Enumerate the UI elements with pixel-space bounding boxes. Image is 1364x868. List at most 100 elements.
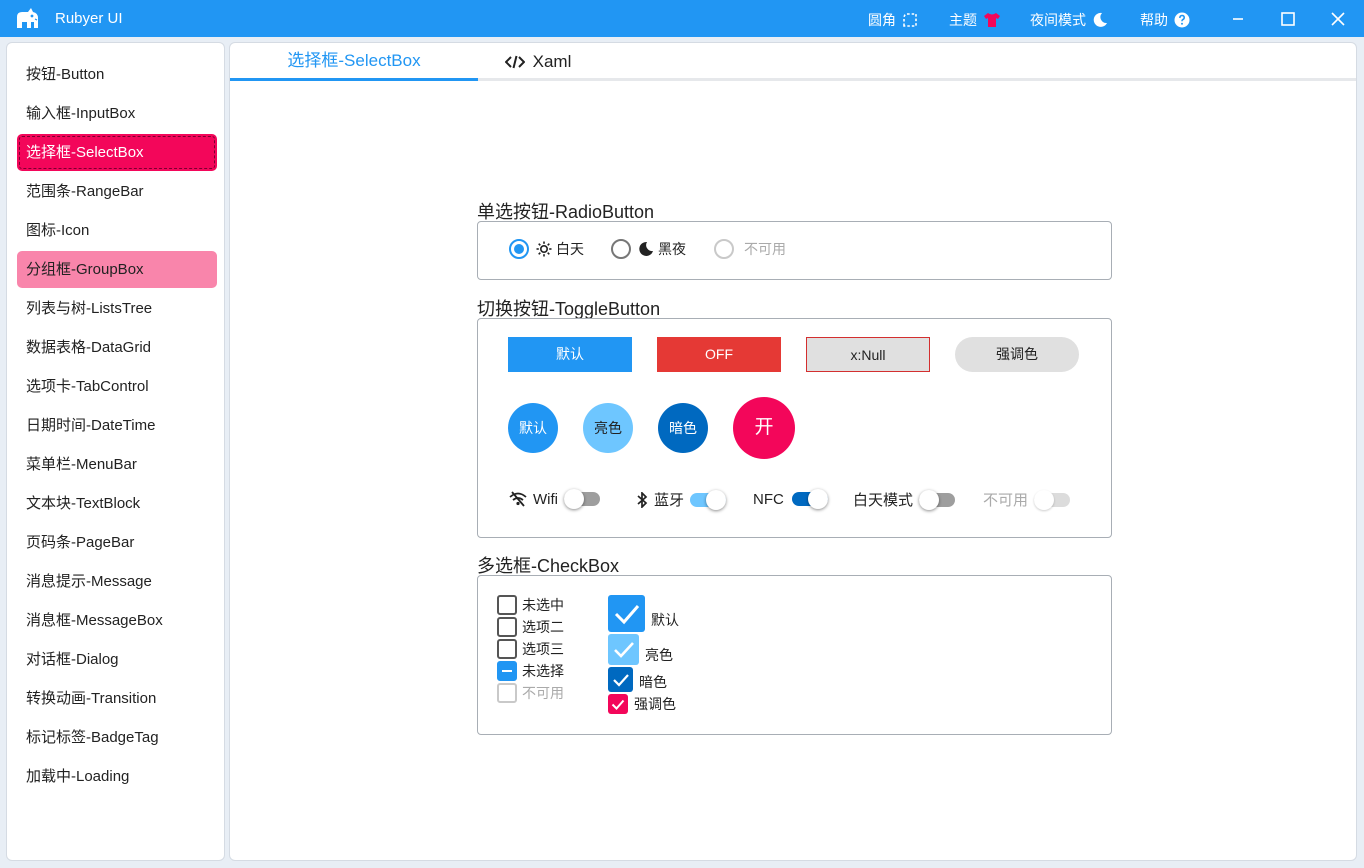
sidebar-item-textblock[interactable]: 文本块-TextBlock	[17, 485, 217, 522]
wifi-off-icon	[509, 491, 527, 507]
sidebar-nav: 按钮-Button 输入框-InputBox 选择框-SelectBox 范围条…	[6, 42, 225, 861]
moon-icon	[638, 241, 654, 257]
checkbox-accent[interactable]: 强调色	[608, 694, 676, 714]
moon-icon	[1092, 12, 1108, 28]
sidebar-item-rangebar[interactable]: 范围条-RangeBar	[17, 173, 217, 210]
checkbox-default[interactable]: 默认	[608, 595, 679, 632]
switch-bluetooth[interactable]: 蓝牙	[636, 489, 726, 510]
tab-bar: 选择框-SelectBox Xaml	[230, 43, 1357, 81]
shirt-icon	[983, 12, 1001, 28]
sidebar-item-messagebox[interactable]: 消息框-MessageBox	[17, 602, 217, 639]
switch-wifi-toggle[interactable]	[564, 489, 600, 509]
check-icon	[613, 603, 641, 625]
checkbox-indeterminate[interactable]: 未选择	[497, 661, 564, 681]
sidebar-item-icon[interactable]: 图标-Icon	[17, 212, 217, 249]
toggle-circle-dark[interactable]: 暗色	[658, 403, 708, 453]
tab-xaml[interactable]: Xaml	[478, 43, 598, 81]
switch-daymode-toggle[interactable]	[919, 490, 955, 510]
radio-day[interactable]: 白天	[509, 239, 584, 259]
checkbox-disabled-label: 不可用	[522, 683, 564, 703]
night-mode-toggle[interactable]: 夜间模式	[1030, 10, 1108, 30]
sidebar-item-pagebar[interactable]: 页码条-PageBar	[17, 524, 217, 561]
code-icon	[505, 54, 525, 70]
checkbox-accent-label: 强调色	[634, 694, 676, 714]
switch-wifi[interactable]: Wifi	[509, 489, 600, 509]
toggle-null-button[interactable]: x:Null	[806, 337, 930, 372]
checkbox-light[interactable]: 亮色	[608, 634, 673, 665]
checkbox-default-label: 默认	[651, 610, 679, 630]
switch-daymode[interactable]: 白天模式	[853, 489, 955, 510]
checkbox-option3-box[interactable]	[497, 639, 517, 659]
main-panel: 选择框-SelectBox Xaml 单选按钮-RadioButton	[229, 42, 1357, 861]
switch-disabled-toggle	[1034, 490, 1070, 510]
check-icon	[611, 699, 625, 710]
sidebar-item-badgetag[interactable]: 标记标签-BadgeTag	[17, 719, 217, 756]
app-logo-icon	[14, 6, 40, 30]
checkbox-unchecked-box[interactable]	[497, 595, 517, 615]
checkbox-disabled: 不可用	[497, 683, 564, 703]
checkbox-group-box: 未选中 选项二 选项三 未选择 不可用 默认 亮色	[477, 575, 1112, 735]
tab-selectbox[interactable]: 选择框-SelectBox	[230, 43, 478, 81]
sidebar-item-menubar[interactable]: 菜单栏-MenuBar	[17, 446, 217, 483]
switch-wifi-label: Wifi	[533, 491, 558, 508]
checkbox-option3-label: 选项三	[522, 639, 564, 659]
minimize-button[interactable]	[1227, 8, 1249, 30]
checkbox-accent-box[interactable]	[608, 694, 628, 714]
help-menu[interactable]: 帮助	[1140, 10, 1190, 30]
sidebar-item-transition[interactable]: 转换动画-Transition	[17, 680, 217, 717]
switch-nfc[interactable]: NFC	[753, 489, 828, 509]
radio-group-box: 白天 黑夜 不可用	[477, 221, 1112, 280]
checkbox-option3[interactable]: 选项三	[497, 639, 564, 659]
sidebar-item-datetime[interactable]: 日期时间-DateTime	[17, 407, 217, 444]
checkbox-option2[interactable]: 选项二	[497, 617, 564, 637]
toggle-accent-button[interactable]: 强调色	[955, 337, 1079, 372]
corner-toggle[interactable]: 圆角	[868, 10, 918, 30]
toggle-circle-light[interactable]: 亮色	[583, 403, 633, 453]
bluetooth-icon	[636, 492, 648, 508]
toggle-default-button[interactable]: 默认	[508, 337, 632, 372]
close-button[interactable]	[1327, 8, 1349, 30]
radio-disabled-indicator	[714, 239, 734, 259]
title-bar: Rubyer UI 圆角 主题 夜间模式 帮助	[0, 0, 1364, 37]
checkbox-unchecked[interactable]: 未选中	[497, 595, 564, 615]
sidebar-item-liststree[interactable]: 列表与树-ListsTree	[17, 290, 217, 327]
theme-menu[interactable]: 主题	[949, 10, 1001, 30]
radio-night-indicator[interactable]	[611, 239, 631, 259]
checkbox-light-box[interactable]	[608, 634, 639, 665]
checkbox-dark-box[interactable]	[608, 667, 633, 692]
sun-icon	[536, 241, 552, 257]
sidebar-item-groupbox[interactable]: 分组框-GroupBox	[17, 251, 217, 288]
checkbox-unchecked-label: 未选中	[522, 595, 564, 615]
toggle-off-button[interactable]: OFF	[657, 337, 781, 372]
sidebar-item-loading[interactable]: 加载中-Loading	[17, 758, 217, 795]
toggle-circle-default[interactable]: 默认	[508, 403, 558, 453]
switch-bluetooth-toggle[interactable]	[690, 490, 726, 510]
radio-night[interactable]: 黑夜	[611, 239, 686, 259]
switch-daymode-label: 白天模式	[853, 489, 913, 510]
radio-disabled-label: 不可用	[744, 239, 786, 259]
checkbox-light-label: 亮色	[645, 645, 673, 665]
toggle-circle-accent[interactable]: 开	[733, 397, 795, 459]
checkbox-option2-box[interactable]	[497, 617, 517, 637]
checkbox-default-box[interactable]	[608, 595, 645, 632]
sidebar-item-datagrid[interactable]: 数据表格-DataGrid	[17, 329, 217, 366]
sidebar-item-selectbox[interactable]: 选择框-SelectBox	[17, 134, 217, 171]
tab-xaml-label: Xaml	[533, 44, 572, 80]
night-mode-label: 夜间模式	[1030, 10, 1086, 30]
toggle-group-box: 默认 OFF x:Null 强调色 默认 亮色 暗色 开 Wifi 蓝牙	[477, 318, 1112, 538]
sidebar-item-tabcontrol[interactable]: 选项卡-TabControl	[17, 368, 217, 405]
checkbox-indeterminate-box[interactable]	[497, 661, 517, 681]
sidebar-item-message[interactable]: 消息提示-Message	[17, 563, 217, 600]
checkbox-indeterminate-label: 未选择	[522, 661, 564, 681]
app-title: Rubyer UI	[55, 10, 123, 27]
checkbox-dark-label: 暗色	[639, 672, 667, 692]
sidebar-item-dialog[interactable]: 对话框-Dialog	[17, 641, 217, 678]
maximize-button[interactable]	[1277, 8, 1299, 30]
radio-night-label: 黑夜	[658, 239, 686, 259]
switch-nfc-toggle[interactable]	[792, 489, 828, 509]
switch-disabled: 不可用	[983, 489, 1070, 510]
sidebar-item-button[interactable]: 按钮-Button	[17, 56, 217, 93]
checkbox-dark[interactable]: 暗色	[608, 667, 667, 692]
sidebar-item-inputbox[interactable]: 输入框-InputBox	[17, 95, 217, 132]
radio-day-indicator[interactable]	[509, 239, 529, 259]
